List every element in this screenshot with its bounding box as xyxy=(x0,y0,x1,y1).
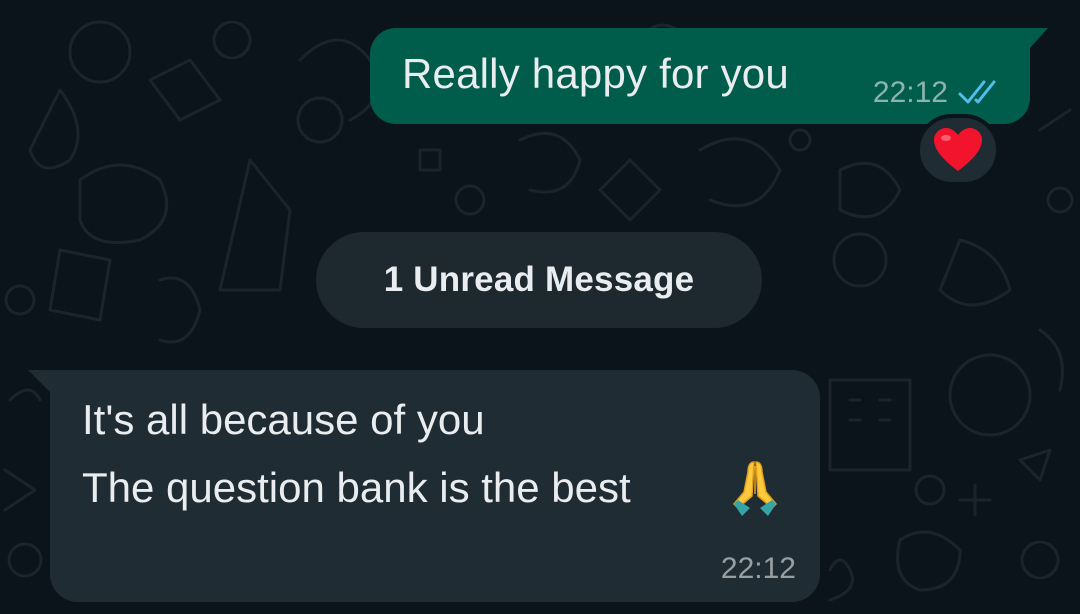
outgoing-message-bubble[interactable]: Really happy for you 22:12 xyxy=(370,28,1048,124)
incoming-message-bubble[interactable]: It's all because of you The question ban… xyxy=(28,370,820,602)
double-check-read-icon xyxy=(958,80,996,104)
folded-hands-emoji-icon xyxy=(732,461,778,516)
message-text-line-1: It's all because of you xyxy=(82,396,485,443)
message-text-line-2: The question bank is the best xyxy=(82,464,631,511)
bubble-tail xyxy=(28,370,50,392)
message-time: 22:12 xyxy=(872,76,948,109)
unread-label: 1 Unread Message xyxy=(383,260,695,299)
red-heart-emoji-icon xyxy=(934,128,982,171)
message-time: 22:12 xyxy=(720,552,796,585)
unread-messages-divider: 1 Unread Message xyxy=(316,232,762,328)
message-meta: 22:12 xyxy=(873,76,1004,110)
message-reaction[interactable] xyxy=(916,114,1000,186)
bubble-tail xyxy=(1030,28,1048,48)
chat-view: Really happy for you 22:12 1 Unread Mess… xyxy=(0,0,1080,614)
message-text: Really happy for you xyxy=(402,50,789,97)
